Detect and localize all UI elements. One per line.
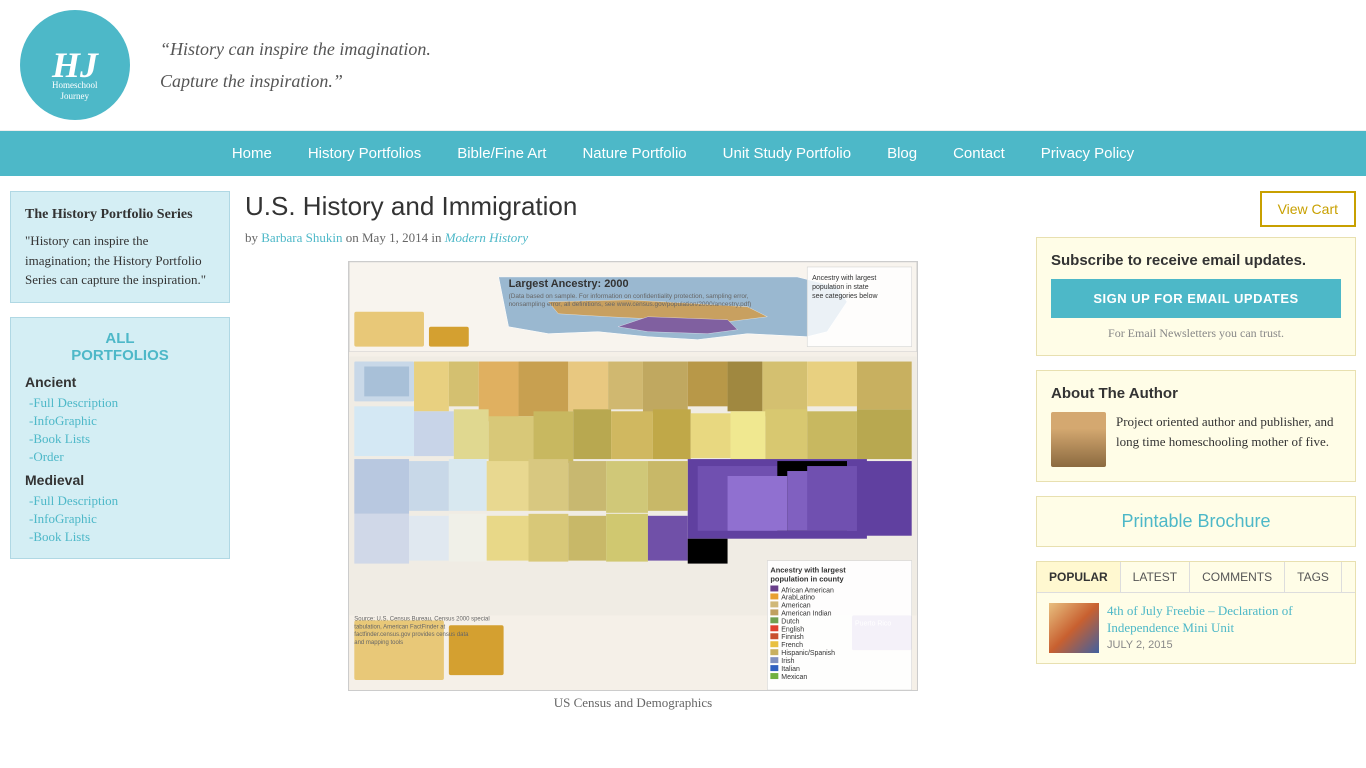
popular-post-preview: 4th of July Freebie – Declaration of Ind… <box>1049 603 1343 653</box>
sidebar-series-title: The History Portfolio Series <box>25 204 215 225</box>
svg-text:American: American <box>781 602 811 609</box>
tab-popular[interactable]: POPULAR <box>1037 562 1121 592</box>
view-cart-button[interactable]: View Cart <box>1260 191 1356 227</box>
sidebar-series-desc: "History can inspire the imagination; th… <box>25 231 215 290</box>
svg-text:Ancestry with largest: Ancestry with largest <box>812 275 876 282</box>
author-photo <box>1051 412 1106 467</box>
svg-text:population in county: population in county <box>770 575 844 584</box>
sidebar-medieval-book-lists[interactable]: -Book Lists <box>25 528 215 546</box>
email-box-title: Subscribe to receive email updates. <box>1051 252 1341 269</box>
sidebar-ancient-book-lists[interactable]: -Book Lists <box>25 430 215 448</box>
main-nav: Home History Portfolios Bible/Fine Art N… <box>0 131 1366 176</box>
popular-post-date: JULY 2, 2015 <box>1107 639 1343 651</box>
logo-subtitle: HomeschoolJourney <box>52 80 98 102</box>
popular-post-link[interactable]: 4th of July Freebie – Declaration of Ind… <box>1107 603 1293 635</box>
svg-text:Irish: Irish <box>781 658 794 665</box>
sidebar: The History Portfolio Series "History ca… <box>10 191 230 719</box>
svg-text:ArabLatino: ArabLatino <box>781 594 815 601</box>
tab-tags[interactable]: TAGS <box>1285 562 1342 592</box>
nav-home[interactable]: Home <box>214 131 290 176</box>
sidebar-series-box: The History Portfolio Series "History ca… <box>10 191 230 303</box>
post-meta: by Barbara Shukin on May 1, 2014 in Mode… <box>245 230 1021 246</box>
svg-text:population in state: population in state <box>812 284 869 291</box>
email-signup-button[interactable]: SIGN UP FOR EMAIL UPDATES <box>1051 279 1341 318</box>
right-sidebar: View Cart Subscribe to receive email upd… <box>1036 191 1356 719</box>
nav-nature-portfolio[interactable]: Nature Portfolio <box>564 131 704 176</box>
main-content: U.S. History and Immigration by Barbara … <box>245 191 1021 719</box>
nav-unit-study-portfolio[interactable]: Unit Study Portfolio <box>705 131 869 176</box>
all-portfolios-label: ALLPORTFOLIOS <box>25 330 215 364</box>
main-layout: The History Portfolio Series "History ca… <box>0 176 1366 734</box>
sidebar-medieval-heading: Medieval <box>25 472 215 488</box>
svg-text:Hispanic/Spanish: Hispanic/Spanish <box>781 650 835 657</box>
nav-history-portfolios[interactable]: History Portfolios <box>290 131 439 176</box>
sidebar-ancient-order[interactable]: -Order <box>25 448 215 466</box>
author-title: About The Author <box>1051 385 1341 402</box>
sidebar-ancient-heading: Ancient <box>25 374 215 390</box>
post-author[interactable]: Barbara Shukin <box>261 230 342 245</box>
svg-text:nonsampling error, all definit: nonsampling error, all definitions, see … <box>509 301 752 308</box>
svg-text:(Data based on sample. For inf: (Data based on sample. For information o… <box>509 293 749 300</box>
svg-text:French: French <box>781 642 803 649</box>
sidebar-ancient-full-desc[interactable]: -Full Description <box>25 394 215 412</box>
email-subscribe-box: Subscribe to receive email updates. SIGN… <box>1036 237 1356 356</box>
post-date: May 1, 2014 <box>362 230 428 245</box>
site-logo[interactable]: HJ HomeschoolJourney <box>20 10 130 120</box>
author-box: About The Author Project oriented author… <box>1036 370 1356 482</box>
post-map-image: Ancestry with largest population in stat… <box>348 261 918 691</box>
email-trust-text: For Email Newsletters you can trust. <box>1051 326 1341 341</box>
tabs-row: POPULAR LATEST COMMENTS TAGS <box>1037 562 1355 593</box>
sidebar-medieval-infographic[interactable]: -InfoGraphic <box>25 510 215 528</box>
printable-brochure-box: Printable Brochure <box>1036 496 1356 547</box>
post-category[interactable]: Modern History <box>445 230 528 245</box>
svg-text:Source: U.S. Census Bureau, Ce: Source: U.S. Census Bureau, Census 2000 … <box>354 616 489 622</box>
sidebar-medieval-full-desc[interactable]: -Full Description <box>25 492 215 510</box>
site-tagline: “History can inspire the imagination. Ca… <box>160 33 431 98</box>
svg-text:and mapping tools: and mapping tools <box>354 640 403 646</box>
svg-text:see categories below: see categories below <box>812 293 878 300</box>
svg-text:Mexican: Mexican <box>781 674 807 681</box>
nav-contact[interactable]: Contact <box>935 131 1023 176</box>
svg-text:Ancestry with largest: Ancestry with largest <box>770 566 846 575</box>
svg-text:English: English <box>781 626 804 633</box>
site-header: HJ HomeschoolJourney “History can inspir… <box>0 0 1366 131</box>
svg-text:Largest Ancestry: 2000: Largest Ancestry: 2000 <box>509 278 629 290</box>
post-image-container: Ancestry with largest population in stat… <box>245 261 1021 711</box>
sidebar-portfolios-box: ALLPORTFOLIOS Ancient -Full Description … <box>10 317 230 559</box>
svg-text:Finnish: Finnish <box>781 634 804 641</box>
sidebar-ancient-infographic[interactable]: -InfoGraphic <box>25 412 215 430</box>
popular-post-thumbnail <box>1049 603 1099 653</box>
nav-bible-fine-art[interactable]: Bible/Fine Art <box>439 131 564 176</box>
svg-text:African American: African American <box>781 587 834 594</box>
tabs-box: POPULAR LATEST COMMENTS TAGS 4th of July… <box>1036 561 1356 664</box>
tab-comments[interactable]: COMMENTS <box>1190 562 1285 592</box>
page-title: U.S. History and Immigration <box>245 191 1021 222</box>
svg-text:Italian: Italian <box>781 666 800 673</box>
popular-post-text: 4th of July Freebie – Declaration of Ind… <box>1107 603 1343 651</box>
logo-letters: HJ <box>52 47 98 83</box>
tab-latest[interactable]: LATEST <box>1121 562 1190 592</box>
author-description: Project oriented author and publisher, a… <box>1116 412 1341 451</box>
svg-text:American Indian: American Indian <box>781 610 831 617</box>
svg-text:factfinder.census.gov provides: factfinder.census.gov provides census da… <box>354 632 469 638</box>
printable-brochure-title: Printable Brochure <box>1051 511 1341 532</box>
svg-text:tabulation, American FactFinde: tabulation, American FactFinder at <box>354 624 445 630</box>
tab-content: 4th of July Freebie – Declaration of Ind… <box>1037 593 1355 663</box>
nav-privacy-policy[interactable]: Privacy Policy <box>1023 131 1152 176</box>
svg-text:Dutch: Dutch <box>781 618 799 625</box>
nav-blog[interactable]: Blog <box>869 131 935 176</box>
image-caption: US Census and Demographics <box>245 695 1021 711</box>
